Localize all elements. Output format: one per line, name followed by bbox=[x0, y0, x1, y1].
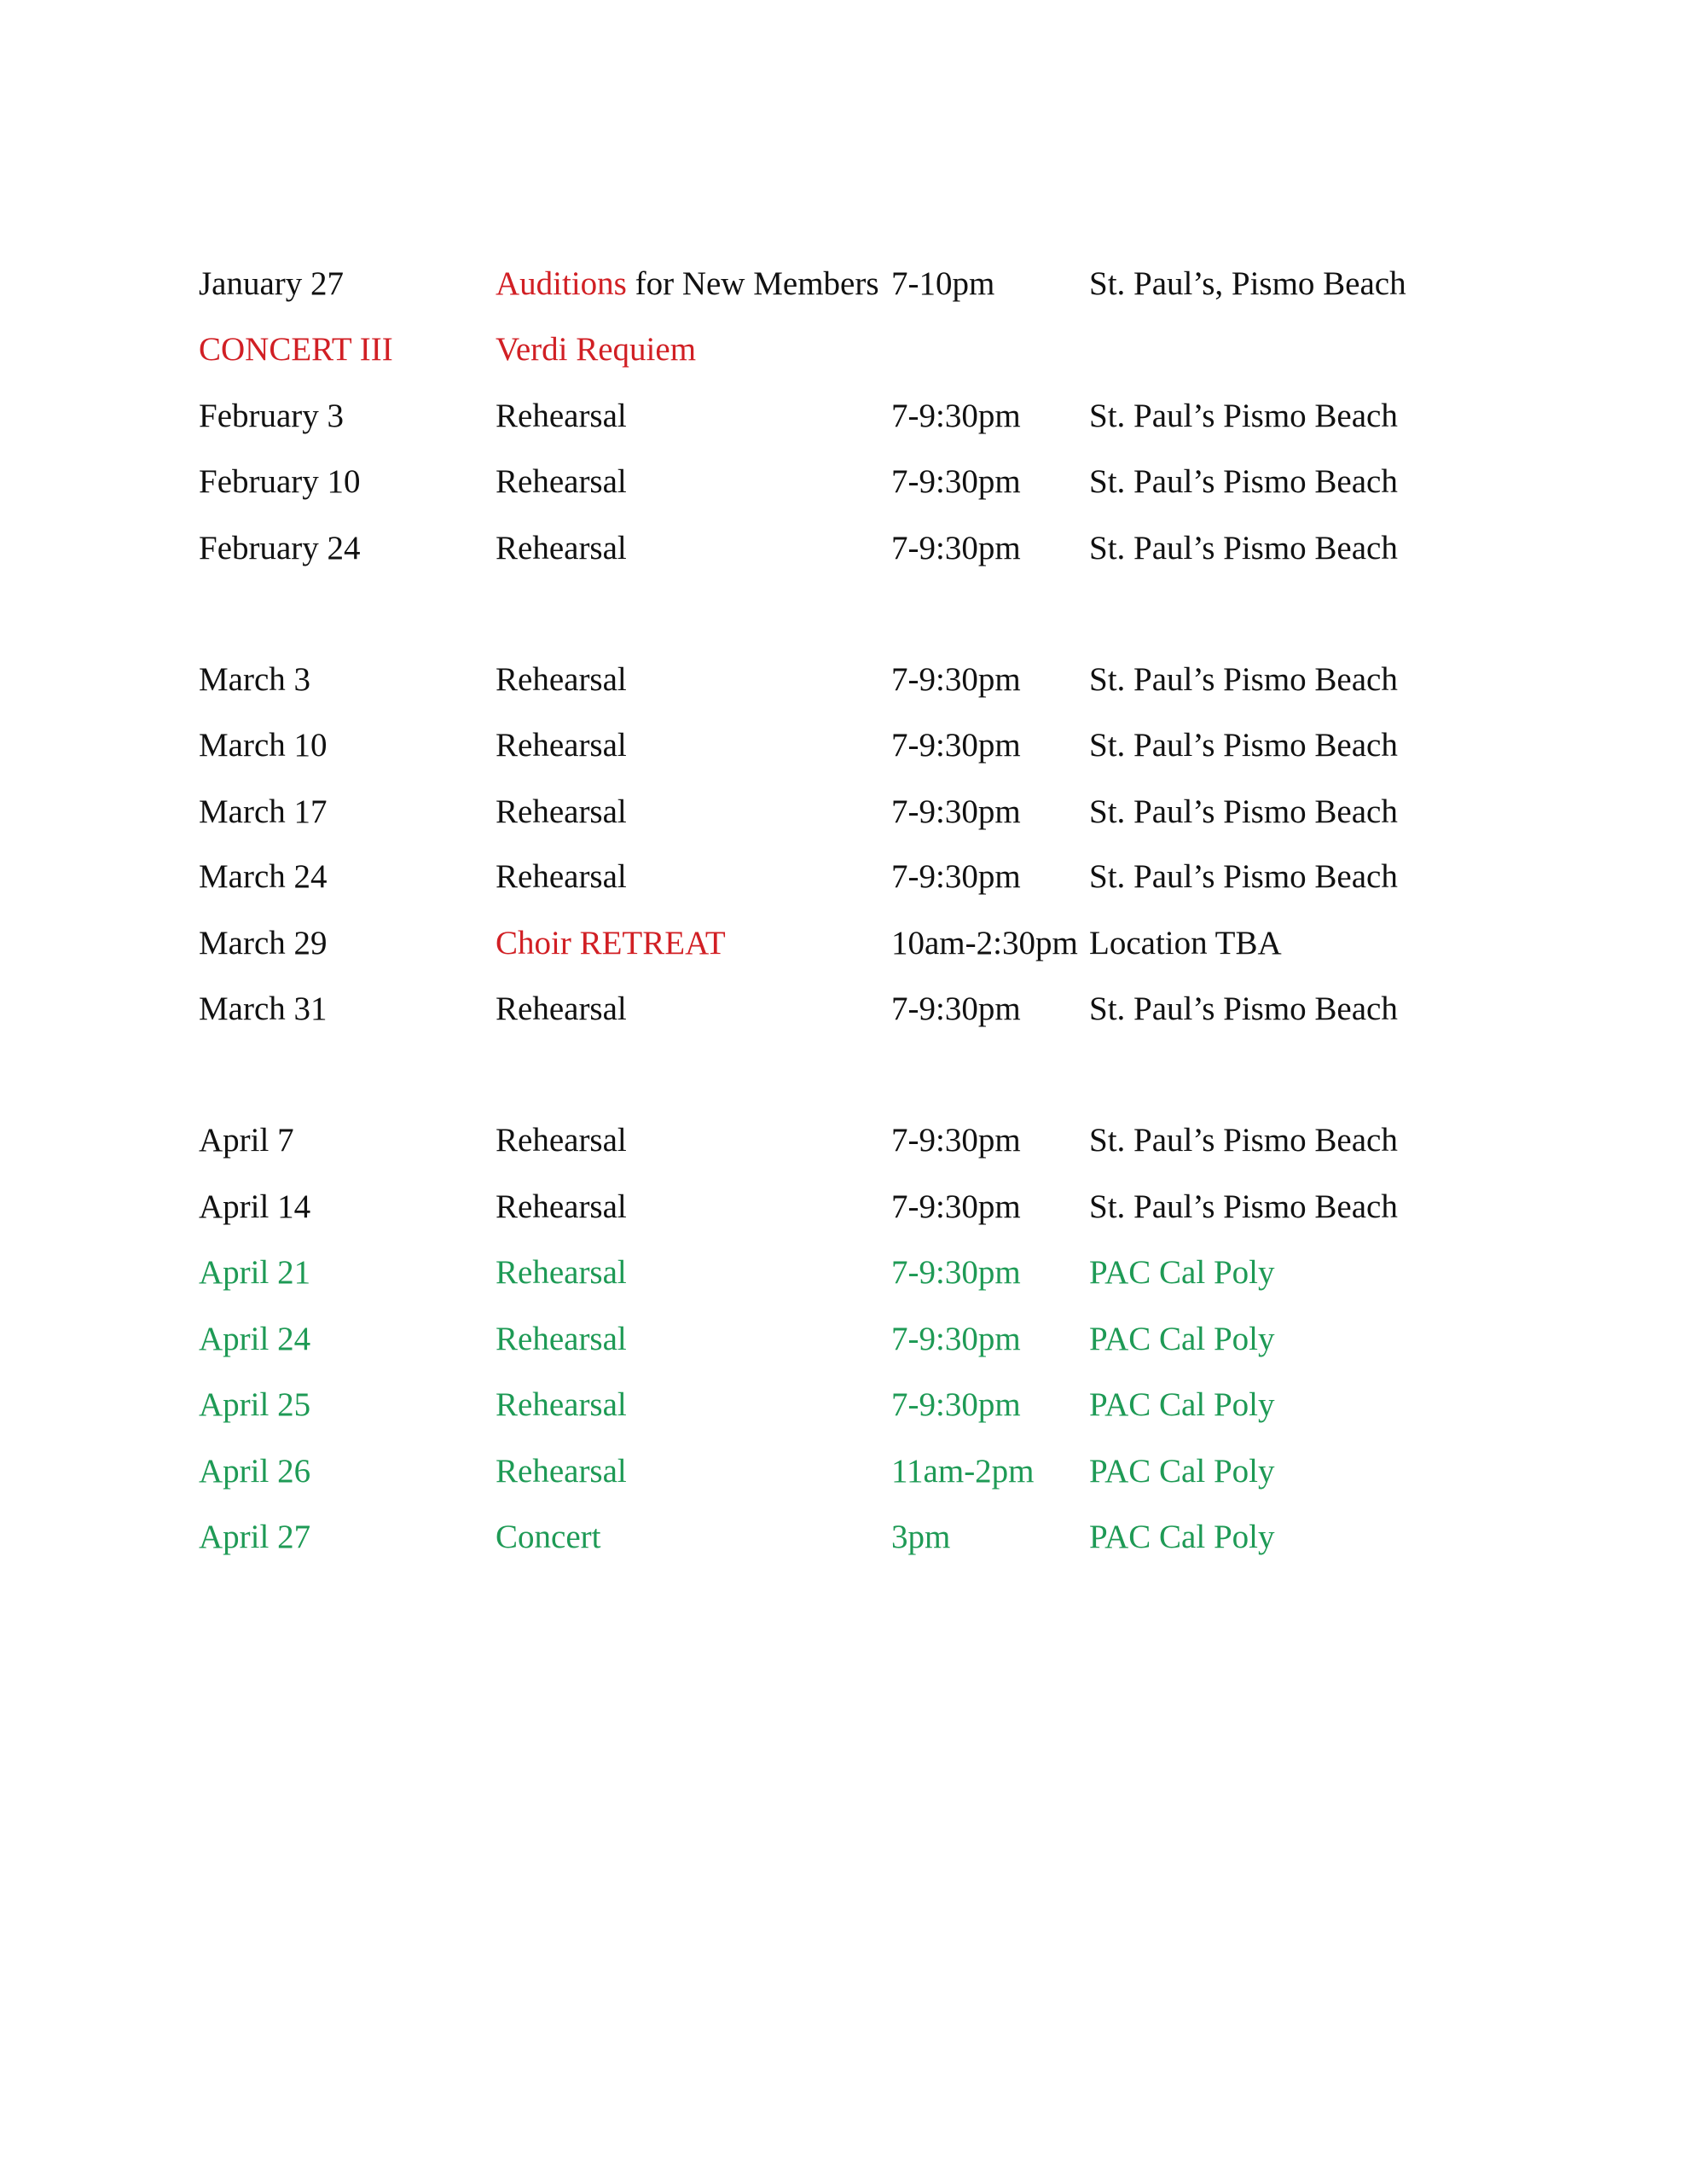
date-cell: March 29 bbox=[199, 925, 328, 961]
location-cell: St. Paul’s Pismo Beach bbox=[1089, 661, 1398, 698]
event-cell: Choir RETREAT bbox=[496, 925, 726, 961]
location-cell: St. Paul’s Pismo Beach bbox=[1089, 398, 1398, 434]
time-cell: 7-9:30pm bbox=[891, 530, 1021, 566]
date-cell: April 21 bbox=[199, 1254, 311, 1291]
location-cell: St. Paul’s Pismo Beach bbox=[1089, 990, 1398, 1027]
time-cell: 7-9:30pm bbox=[891, 1188, 1021, 1225]
time-cell: 10am-2:30pm bbox=[891, 925, 1078, 961]
location-cell: St. Paul’s Pismo Beach bbox=[1089, 530, 1398, 566]
date-cell: April 24 bbox=[199, 1321, 311, 1357]
event-highlight: Auditions bbox=[496, 265, 627, 302]
event-cell: Rehearsal bbox=[496, 727, 627, 764]
date-cell: February 10 bbox=[199, 463, 361, 500]
time-cell: 7-9:30pm bbox=[891, 661, 1021, 698]
schedule-row: March 24 Rehearsal 7-9:30pm St. Paul’s P… bbox=[0, 851, 1687, 903]
schedule-row: February 3 Rehearsal 7-9:30pm St. Paul’s… bbox=[0, 391, 1687, 442]
location-cell: PAC Cal Poly bbox=[1089, 1321, 1275, 1357]
schedule-row-pac: April 25 Rehearsal 7-9:30pm PAC Cal Poly bbox=[0, 1380, 1687, 1431]
event-cell: Rehearsal bbox=[496, 530, 627, 566]
event-cell: Rehearsal bbox=[496, 990, 627, 1027]
location-cell: St. Paul’s Pismo Beach bbox=[1089, 727, 1398, 764]
event-cell: Rehearsal bbox=[496, 1188, 627, 1225]
date-cell: January 27 bbox=[199, 265, 345, 302]
schedule-row-pac: April 24 Rehearsal 7-9:30pm PAC Cal Poly bbox=[0, 1314, 1687, 1365]
schedule-row: April 14 Rehearsal 7-9:30pm St. Paul’s P… bbox=[0, 1182, 1687, 1233]
event-cell: Rehearsal bbox=[496, 1453, 627, 1490]
location-cell: PAC Cal Poly bbox=[1089, 1254, 1275, 1291]
location-cell: St. Paul’s, Pismo Beach bbox=[1089, 265, 1406, 302]
location-cell: PAC Cal Poly bbox=[1089, 1453, 1275, 1490]
location-cell: PAC Cal Poly bbox=[1089, 1519, 1275, 1555]
time-cell: 7-10pm bbox=[891, 265, 995, 302]
schedule-row: February 24 Rehearsal 7-9:30pm St. Paul’… bbox=[0, 523, 1687, 574]
time-cell: 7-9:30pm bbox=[891, 793, 1021, 830]
location-cell: St. Paul’s Pismo Beach bbox=[1089, 793, 1398, 830]
date-cell: February 3 bbox=[199, 398, 345, 434]
schedule-row-retreat: March 29 Choir RETREAT 10am-2:30pm Locat… bbox=[0, 918, 1687, 969]
date-cell: March 31 bbox=[199, 990, 328, 1027]
date-cell: March 10 bbox=[199, 727, 328, 764]
time-cell: 11am-2pm bbox=[891, 1453, 1035, 1490]
time-cell: 7-9:30pm bbox=[891, 1321, 1021, 1357]
schedule-row: February 10 Rehearsal 7-9:30pm St. Paul’… bbox=[0, 456, 1687, 508]
date-cell: April 25 bbox=[199, 1386, 311, 1423]
schedule-row-pac: April 21 Rehearsal 7-9:30pm PAC Cal Poly bbox=[0, 1247, 1687, 1298]
time-cell: 7-9:30pm bbox=[891, 858, 1021, 895]
event-cell: Rehearsal bbox=[496, 1321, 627, 1357]
concert-heading: CONCERT III bbox=[199, 331, 393, 368]
time-cell: 7-9:30pm bbox=[891, 727, 1021, 764]
event-cell: Concert bbox=[496, 1519, 601, 1555]
event-cell: Rehearsal bbox=[496, 858, 627, 895]
schedule-row: March 31 Rehearsal 7-9:30pm St. Paul’s P… bbox=[0, 984, 1687, 1035]
date-cell: April 14 bbox=[199, 1188, 311, 1225]
time-cell: 7-9:30pm bbox=[891, 463, 1021, 500]
time-cell: 7-9:30pm bbox=[891, 1122, 1021, 1159]
date-cell: March 3 bbox=[199, 661, 311, 698]
location-cell: PAC Cal Poly bbox=[1089, 1386, 1275, 1423]
time-cell: 7-9:30pm bbox=[891, 1386, 1021, 1423]
schedule-row: April 7 Rehearsal 7-9:30pm St. Paul’s Pi… bbox=[0, 1115, 1687, 1166]
time-cell: 7-9:30pm bbox=[891, 990, 1021, 1027]
event-text: for New Members bbox=[626, 265, 879, 302]
event-cell: Rehearsal bbox=[496, 1122, 627, 1159]
event-cell: Rehearsal bbox=[496, 1386, 627, 1423]
schedule-row-concert-heading: CONCERT III Verdi Requiem bbox=[0, 324, 1687, 375]
event-cell: Auditions for New Members bbox=[496, 258, 879, 310]
event-cell: Rehearsal bbox=[496, 463, 627, 500]
concert-work-title: Verdi Requiem bbox=[496, 331, 697, 368]
time-cell: 7-9:30pm bbox=[891, 1254, 1021, 1291]
schedule-row: March 10 Rehearsal 7-9:30pm St. Paul’s P… bbox=[0, 720, 1687, 771]
schedule-row-concert: April 27 Concert 3pm PAC Cal Poly bbox=[0, 1512, 1687, 1563]
location-cell: St. Paul’s Pismo Beach bbox=[1089, 1122, 1398, 1159]
event-cell: Rehearsal bbox=[496, 398, 627, 434]
schedule-row-pac: April 26 Rehearsal 11am-2pm PAC Cal Poly bbox=[0, 1446, 1687, 1497]
date-cell: April 26 bbox=[199, 1453, 311, 1490]
location-cell: St. Paul’s Pismo Beach bbox=[1089, 1188, 1398, 1225]
schedule-row-january-27: January 27 Auditions for New Members 7-1… bbox=[0, 258, 1687, 310]
date-cell: April 7 bbox=[199, 1122, 294, 1159]
schedule-row: March 3 Rehearsal 7-9:30pm St. Paul’s Pi… bbox=[0, 654, 1687, 706]
date-cell: April 27 bbox=[199, 1519, 311, 1555]
schedule-row: March 17 Rehearsal 7-9:30pm St. Paul’s P… bbox=[0, 787, 1687, 838]
location-cell: Location TBA bbox=[1089, 925, 1282, 961]
time-cell: 7-9:30pm bbox=[891, 398, 1021, 434]
event-cell: Rehearsal bbox=[496, 793, 627, 830]
location-cell: St. Paul’s Pismo Beach bbox=[1089, 463, 1398, 500]
date-cell: March 24 bbox=[199, 858, 328, 895]
date-cell: February 24 bbox=[199, 530, 361, 566]
date-cell: March 17 bbox=[199, 793, 328, 830]
time-cell: 3pm bbox=[891, 1519, 951, 1555]
event-cell: Rehearsal bbox=[496, 661, 627, 698]
location-cell: St. Paul’s Pismo Beach bbox=[1089, 858, 1398, 895]
event-cell: Rehearsal bbox=[496, 1254, 627, 1291]
